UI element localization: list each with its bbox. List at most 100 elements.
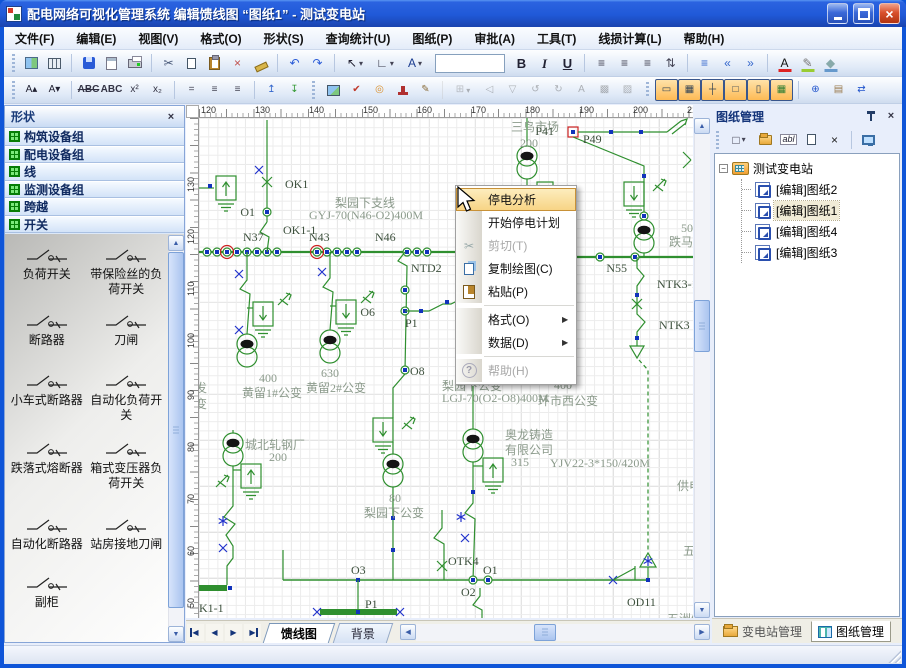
sheet-tab[interactable]: 馈线图 (263, 623, 336, 643)
toolbar-button[interactable]: ▯ (747, 79, 770, 101)
toolbar-button[interactable]: abl (777, 129, 800, 151)
toolbar-button[interactable]: x² (123, 79, 146, 101)
toolbar-button[interactable] (43, 52, 66, 74)
toolbar-button[interactable]: ↖ (340, 52, 370, 74)
menu-item[interactable]: 图纸(P) (401, 27, 463, 49)
toolbar-button[interactable]: B (510, 52, 533, 74)
toolbar-button[interactable]: I (533, 52, 556, 74)
toolbar-button[interactable]: ⊞ (448, 79, 478, 101)
toolbar-button[interactable]: ◁ (478, 79, 501, 101)
context-menu-item[interactable]: 复制绘图(C) (456, 257, 576, 280)
toolbar-button[interactable]: ✔ (345, 79, 368, 101)
shape-group-bar[interactable]: 监测设备组 (5, 181, 184, 199)
resize-grip[interactable] (888, 650, 901, 663)
title-bar[interactable]: 配电网络可视化管理系统 编辑馈线图 “图纸1” - 测试变电站 (0, 0, 906, 27)
toolbar-button[interactable]: ↺ (524, 79, 547, 101)
toolbar-button[interactable] (322, 79, 345, 101)
toolbar-button[interactable]: A▴ (20, 79, 43, 101)
shape-item[interactable]: 副柜 (7, 570, 87, 632)
canvas-vertical-scrollbar[interactable] (694, 134, 710, 602)
toolbar-button[interactable]: A▾ (43, 79, 66, 101)
menu-item[interactable]: 格式(O) (189, 27, 252, 49)
toolbar-button[interactable] (180, 52, 203, 74)
toolbar-button[interactable]: ∟ (370, 52, 400, 74)
tree-root-row[interactable]: − 测试变电站 (717, 158, 897, 179)
close-icon[interactable]: × (164, 110, 178, 124)
page-nav-button[interactable]: ◀ (206, 624, 223, 641)
toolbar-button[interactable]: « (716, 52, 739, 74)
toolbar-button[interactable]: ≡ (613, 52, 636, 74)
menu-item[interactable]: 编辑(E) (65, 27, 127, 49)
toolbar-button[interactable]: ▨ (616, 79, 639, 101)
shape-item[interactable]: 跌落式熔断器 (7, 436, 87, 512)
pin-icon[interactable] (866, 111, 876, 122)
page-nav-button[interactable]: ◀ (187, 624, 204, 641)
tree-sheet-item[interactable]: [编辑]图纸3 (742, 242, 897, 263)
close-icon[interactable]: × (884, 109, 898, 123)
shapes-scroll-up-icon[interactable]: ▲ (168, 235, 184, 251)
toolbar-grip[interactable] (716, 131, 719, 149)
toolbar-button[interactable] (754, 129, 777, 151)
shape-item[interactable]: 断路器 (7, 308, 87, 368)
shape-item[interactable]: 刀闸 (87, 308, 167, 368)
shape-group-bar[interactable]: 开关 (5, 216, 184, 234)
tree-sheet-item[interactable]: [编辑]图纸2 (742, 179, 897, 200)
toolbar-button[interactable] (249, 52, 272, 74)
shape-item[interactable]: 负荷开关 (7, 242, 87, 308)
toolbar-button[interactable]: = (180, 79, 203, 101)
toolbar-button[interactable]: ▩ (593, 79, 616, 101)
canvas-horizontal-scrollbar[interactable] (416, 624, 694, 641)
context-menu-item[interactable]: 帮助(H) (456, 359, 576, 382)
toolbar-button[interactable]: ↻ (547, 79, 570, 101)
toolbar-button[interactable]: ↥ (260, 79, 283, 101)
toolbar-grip[interactable] (12, 81, 15, 99)
collapse-icon[interactable]: − (719, 164, 728, 173)
page-nav-button[interactable]: ▶ (244, 624, 261, 641)
toolbar-button[interactable]: ≡ (636, 52, 659, 74)
canvas-scroll-up-icon[interactable]: ▲ (694, 118, 710, 134)
shapes-scroll-down-icon[interactable]: ▼ (168, 626, 184, 642)
toolbar-button[interactable] (800, 129, 823, 151)
toolbar-button[interactable]: » (739, 52, 762, 74)
canvas-scroll-down-icon[interactable]: ▼ (694, 602, 710, 618)
style-combo[interactable] (435, 54, 505, 73)
toolbar-button[interactable]: ↧ (283, 79, 306, 101)
menu-item[interactable]: 形状(S) (253, 27, 315, 49)
page-nav-button[interactable]: ▶ (225, 624, 242, 641)
toolbar-button[interactable]: U (556, 52, 579, 74)
shape-group-bar[interactable]: 线 (5, 163, 184, 181)
tree-sheet-item[interactable]: [编辑]图纸4 (742, 221, 897, 242)
toolbar-button[interactable]: ABC (100, 79, 123, 101)
toolbar-button[interactable]: ▭ (655, 79, 678, 101)
toolbar-button[interactable]: ▽ (501, 79, 524, 101)
toolbar-button[interactable]: A (400, 52, 430, 74)
context-menu-item[interactable]: 数据(D) ▶ (456, 331, 576, 354)
toolbar-button[interactable]: □ (724, 129, 754, 151)
shape-group-bar[interactable]: 构筑设备组 (5, 128, 184, 146)
canvas-horizontal-scroll-thumb[interactable] (534, 624, 556, 641)
diagram-canvas[interactable]: 三鸟市场200P41P49OK1O1OK1-1N37N43N46梨园下支线GYJ… (199, 118, 693, 618)
toolbar-button[interactable] (123, 52, 146, 74)
toolbar-button[interactable]: × (226, 52, 249, 74)
minimize-button[interactable] (827, 3, 848, 24)
context-menu-item[interactable]: 格式(O) ▶ (456, 308, 576, 331)
shape-group-bar[interactable]: 配电设备组 (5, 146, 184, 164)
menu-item[interactable]: 线损计算(L) (587, 27, 672, 49)
toolbar-button[interactable]: ◆ (819, 52, 842, 74)
toolbar-button[interactable]: ABC (77, 79, 100, 101)
shapes-scroll-thumb[interactable] (168, 252, 184, 608)
panel-tab[interactable]: 变电站管理 (716, 621, 809, 642)
toolbar-button[interactable]: x₂ (146, 79, 169, 101)
toolbar-button[interactable]: ⇅ (659, 52, 682, 74)
shape-item[interactable]: 自动化断路器 (7, 512, 87, 570)
toolbar-button[interactable]: ⇄ (850, 79, 873, 101)
restore-button[interactable] (853, 3, 874, 24)
toolbar-grip[interactable] (12, 54, 15, 72)
toolbar-button[interactable]: ≡ (203, 79, 226, 101)
toolbar-button[interactable]: ⊕ (804, 79, 827, 101)
toolbar-button[interactable]: ┼ (701, 79, 724, 101)
menu-item[interactable]: 帮助(H) (673, 27, 736, 49)
toolbar-button[interactable] (391, 79, 414, 101)
context-menu-item[interactable]: 开始停电计划 (456, 211, 576, 234)
toolbar-button[interactable]: ✂ (157, 52, 180, 74)
